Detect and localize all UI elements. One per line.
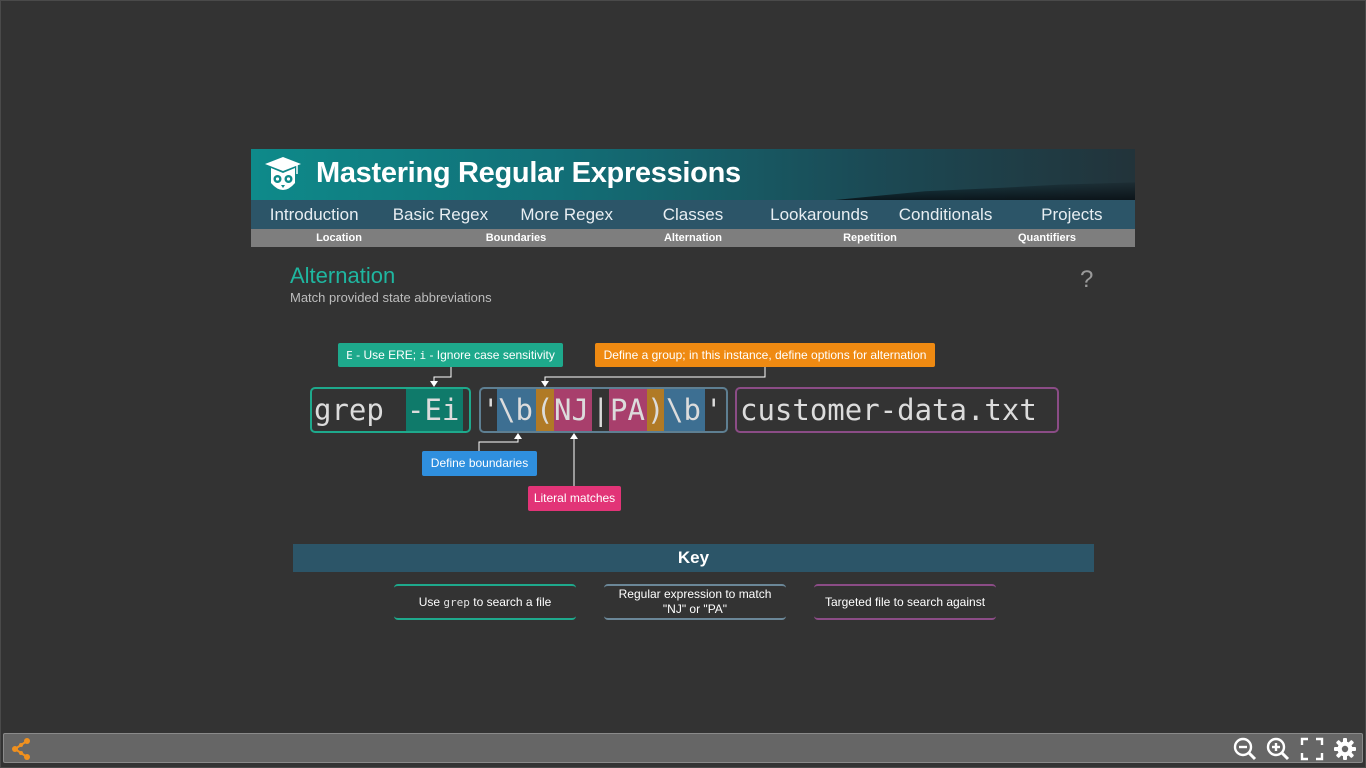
key-header: Key <box>293 544 1094 572</box>
course-title: Mastering Regular Expressions <box>316 157 741 189</box>
cmd-quote-close: ' <box>705 393 723 427</box>
subnav-boundaries[interactable]: Boundaries <box>486 229 547 247</box>
nav-introduction[interactable]: Introduction <box>251 200 377 229</box>
cmd-paren-open: ( <box>536 393 554 427</box>
key-grep-pre: Use <box>418 594 444 609</box>
cmd-quote-open: ' <box>482 393 500 427</box>
subnav-repetition[interactable]: Repetition <box>843 229 897 247</box>
nav-conditionals[interactable]: Conditionals <box>882 200 1008 229</box>
cmd-boundary-2: \b <box>666 393 701 427</box>
key-file: Targeted file to search against <box>814 584 996 620</box>
cmd-paren-close: ) <box>647 393 665 427</box>
nav-basic-regex[interactable]: Basic Regex <box>377 200 503 229</box>
subnav-location[interactable]: Location <box>316 229 362 247</box>
sub-nav: Location Boundaries Alternation Repetiti… <box>251 229 1135 247</box>
key-grep-code: grep <box>443 595 470 609</box>
key-regex: Regular expression to match "NJ" or "PA" <box>604 584 786 620</box>
cmd-grep: grep <box>314 393 384 427</box>
flag-i-text: - Ignore case sensitivity <box>426 348 555 362</box>
header-banner: Mastering Regular Expressions <box>251 149 1135 200</box>
presentation-frame <box>0 0 1366 768</box>
cmd-flags: -Ei <box>407 393 460 427</box>
nav-classes[interactable]: Classes <box>630 200 756 229</box>
key-regex-line2: "NJ" or "PA" <box>662 602 728 616</box>
page-subtitle: Match provided state abbreviations <box>290 290 492 305</box>
banner-landscape <box>835 182 1135 200</box>
fullscreen-icon[interactable] <box>1300 737 1324 761</box>
help-button[interactable]: ? <box>1080 266 1093 294</box>
flag-e-text: - Use ERE; <box>352 348 420 362</box>
main-nav: Introduction Basic Regex More Regex Clas… <box>251 200 1135 229</box>
cmd-option-pa: PA <box>610 393 645 427</box>
cmd-option-nj: NJ <box>554 393 589 427</box>
callout-group: Define a group; in this instance, define… <box>595 343 935 367</box>
zoom-in-icon[interactable] <box>1266 737 1290 761</box>
key-grep-post: to search a file <box>469 594 552 609</box>
page-title: Alternation <box>290 263 396 288</box>
cmd-pipe: | <box>592 393 610 427</box>
settings-icon[interactable] <box>1333 737 1357 761</box>
bottom-toolbar <box>3 733 1363 763</box>
flag-e-code: E <box>346 349 353 362</box>
cmd-boundary-1: \b <box>498 393 533 427</box>
graduation-cap-owl-icon <box>265 157 301 190</box>
callout-boundaries: Define boundaries <box>422 451 537 476</box>
callout-flags: E - Use ERE; i - Ignore case sensitivity <box>338 343 563 367</box>
zoom-out-icon[interactable] <box>1233 737 1257 761</box>
callout-literal: Literal matches <box>528 486 621 511</box>
subnav-alternation[interactable]: Alternation <box>664 229 722 247</box>
nav-lookarounds[interactable]: Lookarounds <box>756 200 882 229</box>
key-regex-line1: Regular expression to match <box>618 587 772 601</box>
cmd-filename: customer-data.txt <box>740 393 1037 427</box>
share-icon[interactable] <box>9 737 33 761</box>
nav-projects[interactable]: Projects <box>1009 200 1135 229</box>
nav-more-regex[interactable]: More Regex <box>504 200 630 229</box>
subnav-quantifiers[interactable]: Quantifiers <box>1018 229 1076 247</box>
key-grep: Use grep to search a file <box>394 584 576 620</box>
